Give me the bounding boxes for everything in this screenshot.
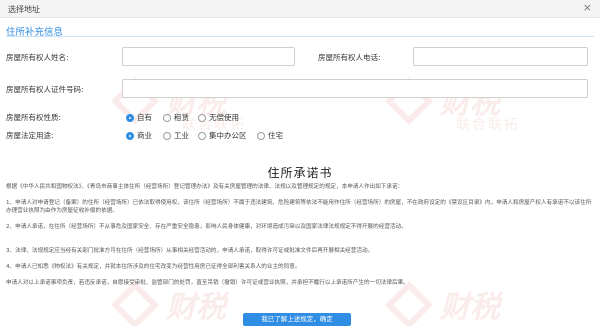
usage-option-label: 商业 (137, 131, 152, 140)
owner-phone-label: 房屋所有权人电话: (318, 53, 381, 62)
promise-item-3: 3、法律、法规规定应当经有关部门批准方可在住所（经营场所）从事相关经营活动的，申… (6, 248, 374, 254)
promise-item-2: 2、申请人承诺，在住所（经营场所）不从事危及国家安全、存在严重安全隐患，影响人民… (6, 224, 407, 230)
ownership-option-label: 无偿使用 (209, 113, 239, 122)
usage-option-label: 集中办公区 (209, 131, 247, 140)
radio-selected-icon (126, 113, 134, 122)
usage-option-residential[interactable]: 住宅 (257, 130, 283, 141)
promise-intro: 根据《中华人民共和国物权法》、《青岛市商事主体住所（经营场所）登记管理办法》及有… (6, 184, 404, 190)
radio-empty-icon (198, 113, 206, 122)
radio-selected-icon (126, 131, 134, 140)
usage-label: 房屋法定用途: (6, 131, 54, 140)
usage-option-label: 住宅 (268, 131, 283, 140)
section-divider (6, 36, 594, 37)
watermark-logo: 财税 (384, 280, 542, 326)
radio-empty-icon (163, 131, 171, 140)
radio-empty-icon (198, 131, 206, 140)
ownership-option-free-use[interactable]: 无偿使用 (198, 112, 239, 123)
radio-empty-icon (163, 113, 171, 122)
close-icon[interactable]: × (583, 2, 592, 14)
owner-id-label: 房屋所有权人证件号码: (6, 85, 84, 94)
dialog-title: 选择地址 (8, 5, 40, 14)
usage-option-shared-office[interactable]: 集中办公区 (198, 130, 247, 141)
ownership-label: 房屋所有权性质: (6, 113, 62, 122)
promise-item-4: 4、申请人已知悉《物权法》有关规定，并就本住所涉及的住宅改变为经营性用房已征得全… (6, 264, 301, 270)
usage-option-label: 工业 (174, 131, 189, 140)
ownership-option-label: 租赁 (174, 113, 189, 122)
promise-title: 住所承诺书 (267, 166, 333, 180)
owner-name-label: 房屋所有权人姓名: (6, 53, 69, 62)
owner-id-input[interactable] (122, 79, 588, 98)
radio-empty-icon (257, 131, 265, 140)
usage-option-industrial[interactable]: 工业 (163, 130, 189, 141)
usage-option-commercial[interactable]: 商业 (126, 130, 152, 141)
ownership-option-label: 自有 (137, 113, 152, 122)
owner-phone-input[interactable] (413, 47, 588, 66)
owner-name-input[interactable] (122, 47, 295, 66)
ownership-option-owned[interactable]: 自有 (126, 112, 152, 123)
ownership-option-leased[interactable]: 租赁 (163, 112, 189, 123)
confirm-button[interactable]: 我已了解上述规定，确定 (243, 313, 351, 326)
dialog-titlebar: 选择地址 × (0, 0, 600, 18)
promise-item-1: 1、申请人对申请登记（备案）的住所（经营场所）已依法取得使用权，该住所（经营场所… (6, 200, 592, 214)
promise-conclusion: 申请人对以上承诺事项负责，若违反承诺，自愿接受审批、监管部门的处罚，直至吊销（撤… (6, 280, 409, 286)
